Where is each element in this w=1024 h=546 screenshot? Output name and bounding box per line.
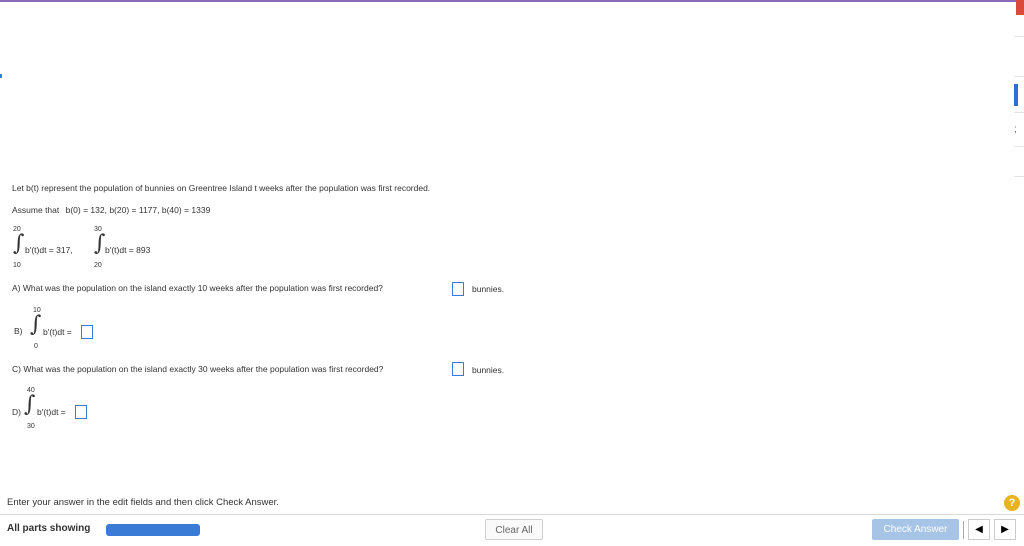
part-d-answer-input[interactable] xyxy=(75,405,87,419)
integral-expr: b′(t)dt = 893 xyxy=(105,245,151,255)
previous-question-button[interactable]: ◀ xyxy=(968,519,990,540)
integral-lower: 30 xyxy=(27,423,35,430)
scroll-indicator[interactable] xyxy=(1014,84,1018,106)
assume-label: Assume that xyxy=(12,205,60,215)
side-mark: ; xyxy=(1014,124,1017,135)
integral-lower: 0 xyxy=(34,343,38,350)
part-c-unit: bunnies. xyxy=(472,365,505,375)
divider xyxy=(1014,176,1024,177)
divider xyxy=(1014,146,1024,147)
top-right-marker xyxy=(1016,0,1024,15)
button-separator xyxy=(963,521,964,539)
part-d-label: D) xyxy=(12,407,21,417)
assume-values: b(0) = 132, b(20) = 1177, b(40) = 1339 xyxy=(65,205,211,215)
next-question-button[interactable]: ▶ xyxy=(994,519,1016,540)
problem-intro: Let b(t) represent the population of bun… xyxy=(12,183,431,193)
integral-expr: b′(t)dt = 317, xyxy=(25,245,73,255)
integral-sign-icon: ∫ xyxy=(13,231,25,256)
help-icon[interactable]: ? xyxy=(1004,495,1020,511)
clear-all-button[interactable]: Clear All xyxy=(485,519,543,540)
integral-expr: b′(t)dt = xyxy=(37,407,66,417)
part-c-question: C) What was the population on the island… xyxy=(12,364,384,374)
left-edge-tick xyxy=(0,74,2,78)
integral-sign-icon: ∫ xyxy=(24,392,36,417)
integral-sign-icon: ∫ xyxy=(94,231,106,256)
part-b-label: B) xyxy=(14,326,23,336)
footer-divider xyxy=(0,514,1024,515)
integral-lower: 20 xyxy=(94,262,102,269)
integral-sign-icon: ∫ xyxy=(30,312,42,337)
part-a-answer-input[interactable] xyxy=(452,282,464,296)
parts-status: All parts showing xyxy=(7,523,91,534)
divider xyxy=(1014,112,1024,113)
top-accent-bar xyxy=(0,0,1016,2)
arrow-right-icon: ▶ xyxy=(1001,524,1009,535)
assume-line: Assume that b(0) = 132, b(20) = 1177, b(… xyxy=(12,205,210,215)
part-c-answer-input[interactable] xyxy=(452,362,464,376)
check-answer-button[interactable]: Check Answer xyxy=(872,519,959,540)
arrow-left-icon: ◀ xyxy=(975,524,983,535)
integral-expr: b′(t)dt = xyxy=(43,327,72,337)
integral-lower: 10 xyxy=(13,262,21,269)
part-a-unit: bunnies. xyxy=(472,284,505,294)
progress-bar xyxy=(106,524,200,536)
divider xyxy=(1014,36,1024,37)
part-a-question: A) What was the population on the island… xyxy=(12,283,383,293)
divider xyxy=(1014,76,1024,77)
part-b-answer-input[interactable] xyxy=(81,325,93,339)
instruction-hint: Enter your answer in the edit fields and… xyxy=(7,497,279,508)
